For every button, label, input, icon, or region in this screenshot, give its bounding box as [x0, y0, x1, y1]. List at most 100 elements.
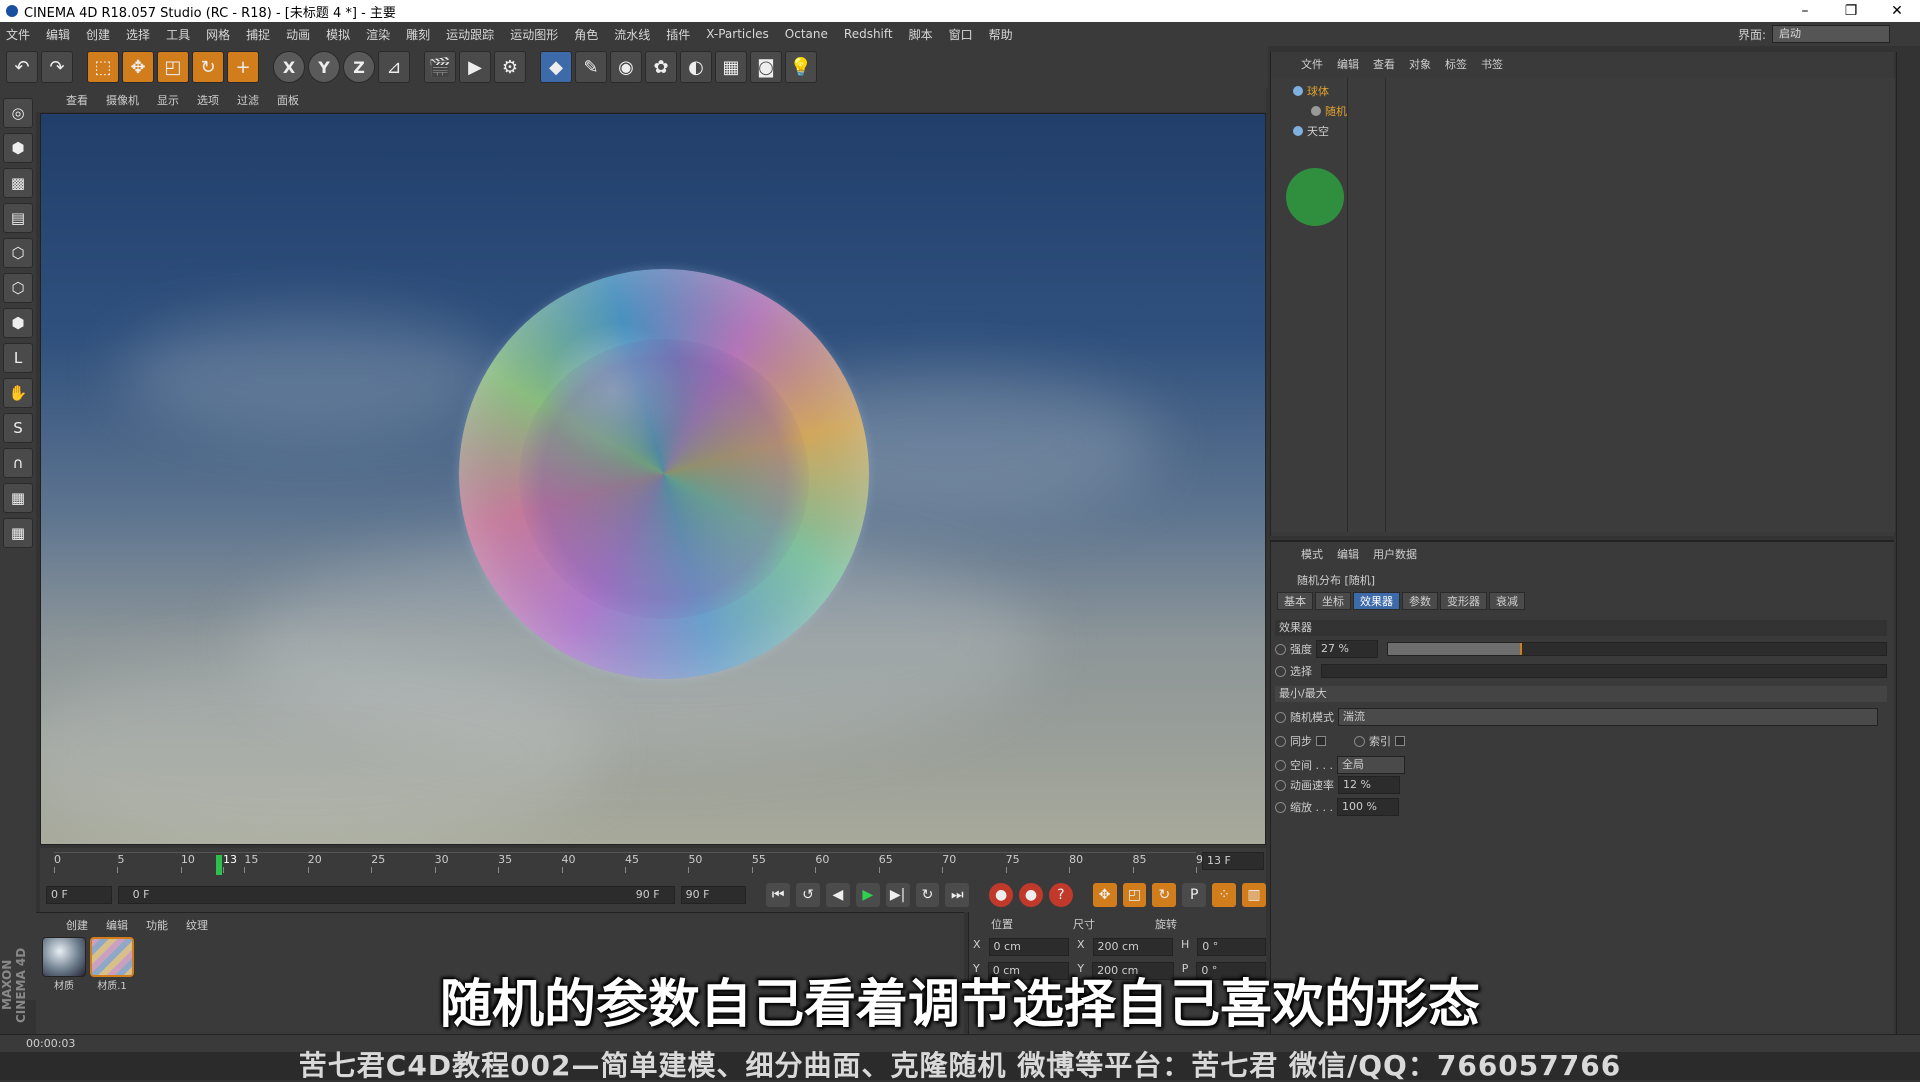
end-frame-field[interactable]: 90 F: [680, 886, 747, 904]
go-to-start-icon[interactable]: ⏮: [766, 883, 791, 907]
menu-file[interactable]: 文件: [6, 26, 30, 43]
live-selection-icon[interactable]: ⬚: [87, 51, 119, 83]
menu-sculpt[interactable]: 雕刻: [406, 26, 430, 43]
playhead[interactable]: [215, 855, 222, 875]
menu-script[interactable]: 脚本: [909, 26, 933, 43]
anim-speed-anim-radio[interactable]: [1275, 779, 1286, 791]
subdivision-surface-icon[interactable]: ◉: [610, 51, 642, 83]
menu-simulate[interactable]: 模拟: [326, 26, 350, 43]
cube-icon[interactable]: ◆: [540, 51, 572, 83]
menu-pipeline[interactable]: 流水线: [614, 26, 650, 43]
edges-mode-icon[interactable]: ⬡: [3, 273, 33, 303]
x-axis-button[interactable]: X: [273, 51, 305, 83]
object-menu-view[interactable]: 查看: [1373, 56, 1395, 74]
magnet-icon[interactable]: ∩: [3, 448, 33, 478]
scale-anim-radio[interactable]: [1275, 801, 1286, 813]
render-view-icon[interactable]: 🎬: [424, 51, 456, 83]
next-frame-icon[interactable]: ▶|: [885, 883, 910, 907]
previous-frame-icon[interactable]: ◀: [825, 883, 850, 907]
index-anim-radio[interactable]: [1354, 735, 1365, 747]
timeline-ruler[interactable]: 05101520253035404550556065707580859013: [54, 852, 1210, 876]
close-button[interactable]: ✕: [1874, 3, 1920, 19]
viewport-menu-view[interactable]: 查看: [66, 92, 88, 108]
menu-select[interactable]: 选择: [126, 26, 150, 43]
menu-window[interactable]: 窗口: [949, 26, 973, 43]
cloner-icon[interactable]: ✿: [645, 51, 677, 83]
minmax-group[interactable]: 最小/最大: [1275, 686, 1887, 702]
material-menu-function[interactable]: 功能: [146, 917, 168, 933]
model-mode-icon[interactable]: ⬢: [3, 133, 33, 163]
menu-plugins[interactable]: 插件: [666, 26, 690, 43]
menu-tools[interactable]: 工具: [166, 26, 190, 43]
tab-falloff[interactable]: 衰减: [1489, 592, 1525, 610]
material-menu-edit[interactable]: 编辑: [106, 917, 128, 933]
floor-icon[interactable]: ▦: [715, 51, 747, 83]
random-mode-select[interactable]: 湍流: [1338, 708, 1878, 726]
material-menu-create[interactable]: 创建: [66, 917, 88, 933]
menu-mesh[interactable]: 网格: [206, 26, 230, 43]
keyframe-selection-icon[interactable]: ?: [1048, 883, 1073, 907]
index-checkbox[interactable]: [1395, 736, 1405, 746]
tab-basic[interactable]: 基本: [1277, 592, 1313, 610]
tab-parameter[interactable]: 参数: [1402, 592, 1438, 610]
coordinate-system-icon[interactable]: ⊿: [378, 51, 410, 83]
deformer-icon[interactable]: ◐: [680, 51, 712, 83]
menu-help[interactable]: 帮助: [989, 26, 1013, 43]
strength-anim-radio[interactable]: [1275, 643, 1286, 655]
sync-anim-radio[interactable]: [1275, 735, 1286, 747]
make-editable-icon[interactable]: ◎: [3, 98, 33, 128]
play-icon[interactable]: ▶: [855, 883, 880, 907]
object-menu-tags[interactable]: 标签: [1445, 56, 1467, 74]
start-frame-field[interactable]: 0 F: [46, 886, 112, 904]
viewport-menu-cameras[interactable]: 摄像机: [106, 92, 139, 108]
record-keys-icon[interactable]: ●: [989, 883, 1014, 907]
restore-button[interactable]: ❐: [1828, 3, 1874, 19]
strength-slider[interactable]: [1387, 642, 1887, 656]
menu-edit[interactable]: 编辑: [46, 26, 70, 43]
key-rotation-icon[interactable]: ↻: [1152, 883, 1177, 907]
menu-animate[interactable]: 动画: [286, 26, 310, 43]
current-frame-field[interactable]: 13 F: [1202, 852, 1264, 870]
position-x-field[interactable]: 0 cm: [988, 938, 1069, 956]
space-select[interactable]: 全局: [1336, 756, 1405, 774]
points-mode-icon[interactable]: ⬡: [3, 238, 33, 268]
object-row-sphere[interactable]: 球体: [1293, 82, 1329, 100]
object-list[interactable]: 球体 随机 天空: [1271, 78, 1895, 532]
object-menu-edit[interactable]: 编辑: [1337, 56, 1359, 74]
interface-select[interactable]: 启动: [1772, 25, 1890, 43]
menu-create[interactable]: 创建: [86, 26, 110, 43]
select-anim-radio[interactable]: [1275, 665, 1286, 677]
scale-field[interactable]: 100 %: [1336, 798, 1399, 816]
z-axis-button[interactable]: Z: [343, 51, 375, 83]
scale-icon[interactable]: ◰: [157, 51, 189, 83]
sync-checkbox[interactable]: [1316, 736, 1326, 746]
y-axis-button[interactable]: Y: [308, 51, 340, 83]
viewport-menu-filter[interactable]: 过滤: [237, 92, 259, 108]
axis-mode-icon[interactable]: L: [3, 343, 33, 373]
menu-character[interactable]: 角色: [574, 26, 598, 43]
previous-key-icon[interactable]: ↺: [796, 883, 820, 907]
lock-workplane-icon[interactable]: ▦: [3, 483, 33, 513]
random-mode-anim-radio[interactable]: [1275, 711, 1286, 723]
object-menu-file[interactable]: 文件: [1301, 56, 1323, 74]
object-menu-objects[interactable]: 对象: [1409, 56, 1431, 74]
rotation-h-field[interactable]: 0 °: [1197, 938, 1266, 956]
rotate-icon[interactable]: ↻: [192, 51, 224, 83]
select-field[interactable]: [1321, 664, 1887, 678]
object-menu-bookmarks[interactable]: 书签: [1481, 56, 1503, 74]
menu-snap[interactable]: 捕捉: [246, 26, 270, 43]
tab-coord[interactable]: 坐标: [1315, 592, 1351, 610]
range-slider[interactable]: 0 F 90 F: [117, 886, 675, 904]
pen-spline-icon[interactable]: ✎: [575, 51, 607, 83]
move-icon[interactable]: ✥: [122, 51, 154, 83]
workplane-icon[interactable]: ▤: [3, 203, 33, 233]
viewport-menu-panel[interactable]: 面板: [277, 92, 299, 108]
texture-mode-icon[interactable]: ▩: [3, 168, 33, 198]
timeline-layout-icon[interactable]: ▥: [1242, 883, 1266, 907]
timeline[interactable]: 05101520253035404550556065707580859013 1…: [40, 848, 1266, 878]
tweak-mode-icon[interactable]: ✋: [3, 378, 33, 408]
render-picture-viewer-icon[interactable]: ▶: [459, 51, 491, 83]
3d-viewport[interactable]: [40, 113, 1266, 845]
menu-octane[interactable]: Octane: [785, 27, 828, 41]
viewport-menu-display[interactable]: 显示: [157, 92, 179, 108]
